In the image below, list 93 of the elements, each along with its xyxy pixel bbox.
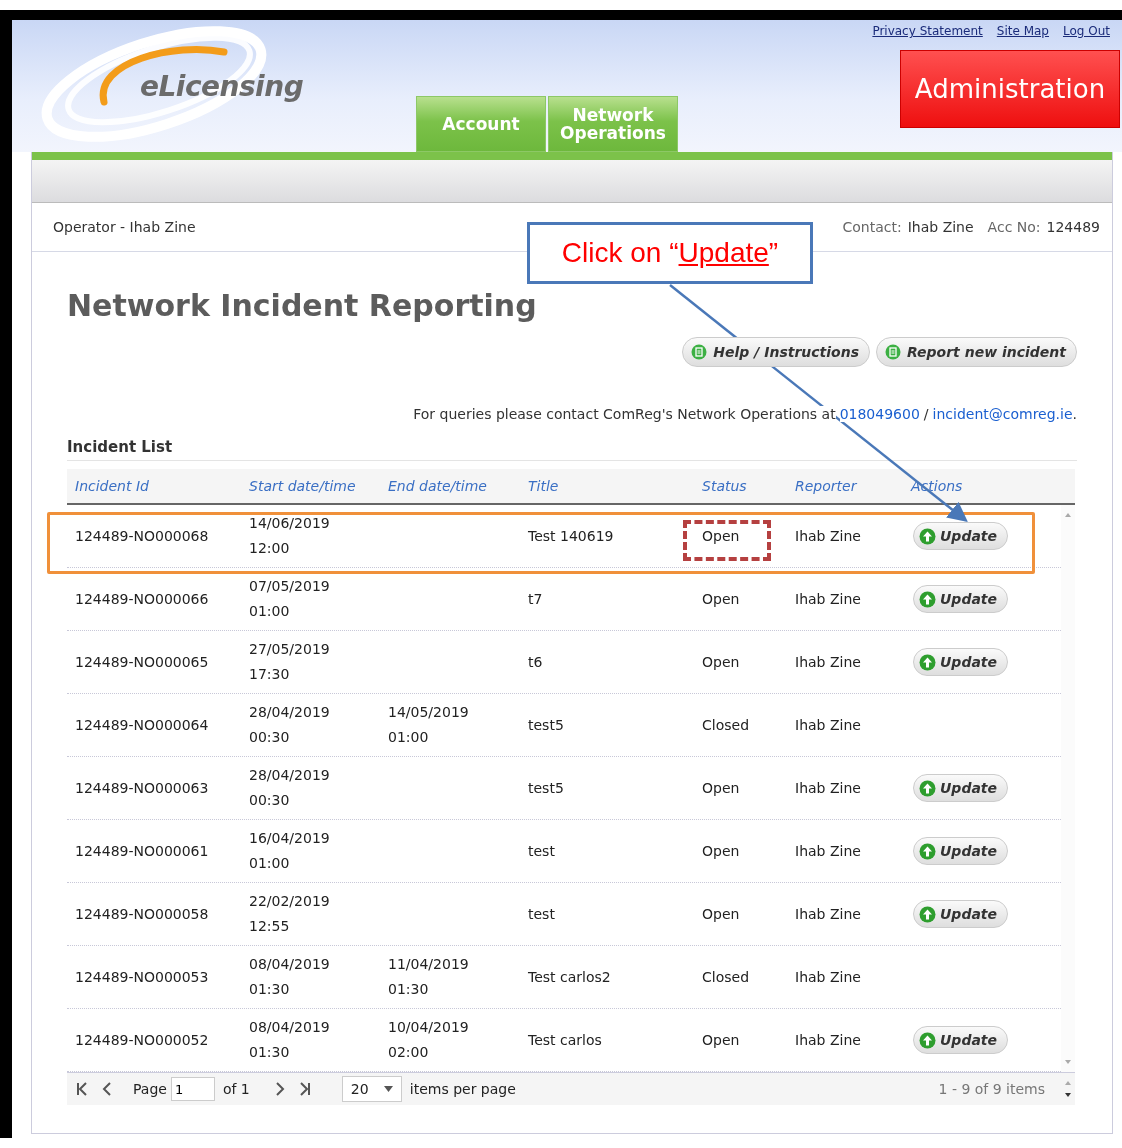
table-cell-text: 28/04/2019 00:30 [249,703,331,747]
table-cell-text: Open [701,780,741,796]
update-button[interactable]: Update [913,648,1009,676]
separator-text: / [923,406,929,422]
table-cell-text: Ihab Zine [794,906,862,922]
table-cell-text: Open [701,1032,741,1048]
action-button[interactable]: Help / Instructions [682,337,870,367]
document-icon [885,344,901,360]
table-cell-text: Ihab Zine [794,969,862,985]
update-button[interactable]: Update [913,1026,1009,1054]
page-count: of 1 [222,1081,250,1097]
table-cell-text: Test carlos [527,1032,603,1048]
table-cell-text: 124489-NO000058 [74,906,210,922]
table-cell-text: 28/04/2019 00:30 [249,766,331,810]
table-cell-text: 16/04/2019 01:00 [249,829,331,873]
update-button[interactable]: Update [913,522,1009,550]
next-page-icon [273,1081,286,1097]
table-cell-text: Closed [701,969,751,985]
table-cell-text: Open [701,906,741,922]
phone-link[interactable]: 018049600 [839,406,920,422]
table-cell-text: Ihab Zine [794,591,862,607]
items-per-page-label: items per page [409,1081,516,1097]
update-button[interactable]: Update [913,774,1009,802]
table-cell-text: 124489-NO000052 [74,1032,210,1048]
contact-name: Ihab Zine [907,219,974,235]
table-cell-text: 22/02/2019 12:55 [249,892,331,936]
section-heading: Incident List [67,438,1077,461]
email-link[interactable]: incident@comreg.ie [932,406,1073,422]
table-cell-text: 08/04/2019 01:30 [249,955,331,999]
header-link[interactable]: Site Map [996,24,1049,38]
page-label: Page [133,1081,167,1097]
previous-page-icon [101,1081,113,1097]
update-button[interactable]: Update [913,585,1009,613]
table-cell-text: Ihab Zine [794,780,862,796]
column-header[interactable]: Title [520,478,694,494]
table-cell-text: 07/05/2019 01:00 [249,577,331,621]
table-cell-text: test5 [527,717,565,733]
column-header[interactable]: Status [694,478,787,494]
dropdown-caret-icon [383,1086,393,1092]
table-cell-text: Ihab Zine [794,654,862,670]
account-number: 124489 [1046,219,1100,235]
table-cell-text: Open [701,843,741,859]
action-button[interactable]: Report new incident [876,337,1077,367]
table-cell-text: Ihab Zine [794,843,862,859]
column-header[interactable]: Start date/time [241,478,380,494]
table-cell-text: test5 [527,780,565,796]
table-cell-text: Open [701,528,741,544]
table-cell-text: Closed [701,717,751,733]
callout-text: Click on “Update” [561,237,779,269]
operator-label: Operator - Ihab Zine [53,219,196,235]
contact-note: For queries please contact ComReg's Network Operations at [413,406,836,422]
table-cell-text: 14/06/2019 12:00 [249,514,331,558]
table-cell-text: 124489-NO000061 [74,843,210,859]
document-icon [691,344,708,360]
table-cell-text: 14/05/2019 01:00 [388,703,470,747]
contact-label: Contact: [842,219,902,235]
page-number-field[interactable]: 1 [170,1077,215,1101]
table-cell-text: Open [701,654,741,670]
logo-text: eLicensing [140,70,304,103]
table-cell-text: 124489-NO000068 [74,528,210,544]
column-header[interactable]: Reporter [787,478,903,494]
table-cell-text: Ihab Zine [794,1032,862,1048]
table-cell-text: 08/04/2019 01:30 [249,1018,331,1062]
table-cell-text: Test 140619 [527,528,615,544]
table-cell-text: 124489-NO000053 [74,969,210,985]
page-title: Network Incident Reporting [67,288,538,323]
table-cell-text: test [527,843,556,859]
table-cell-text: 10/04/2019 02:00 [388,1018,470,1062]
administration-button[interactable]: Administration [900,50,1120,128]
column-header[interactable]: Incident Id [67,478,241,494]
table-cell-text: t7 [527,591,544,607]
page-size-dropdown[interactable]: 20 [341,1076,402,1102]
header-link[interactable]: Log Out [1063,24,1110,38]
table-cell-text: 124489-NO000066 [74,591,210,607]
first-page-icon [75,1081,89,1097]
update-button[interactable]: Update [913,837,1009,865]
header-link[interactable]: Privacy Statement [872,24,983,38]
account-label: Acc No: [987,219,1041,235]
column-header[interactable]: End date/time [380,478,520,494]
table-cell-text: 27/05/2019 17:30 [249,640,331,684]
update-button[interactable]: Update [913,900,1009,928]
table-cell-text: test [527,906,556,922]
table-cell-text: Ihab Zine [794,717,862,733]
table-cell-text: 11/04/2019 01:30 [388,955,470,999]
table-cell-text: Ihab Zine [794,528,862,544]
item-count: 1 - 9 of 9 items [938,1081,1045,1097]
table-cell-text: 124489-NO000065 [74,654,210,670]
table-cell-text: t6 [527,654,544,670]
table-cell-text: 124489-NO000064 [74,717,210,733]
last-page-icon [297,1081,312,1097]
table-cell-text: 124489-NO000063 [74,780,210,796]
table-cell-text: Open [701,591,741,607]
table-cell-text: Test carlos2 [527,969,612,985]
